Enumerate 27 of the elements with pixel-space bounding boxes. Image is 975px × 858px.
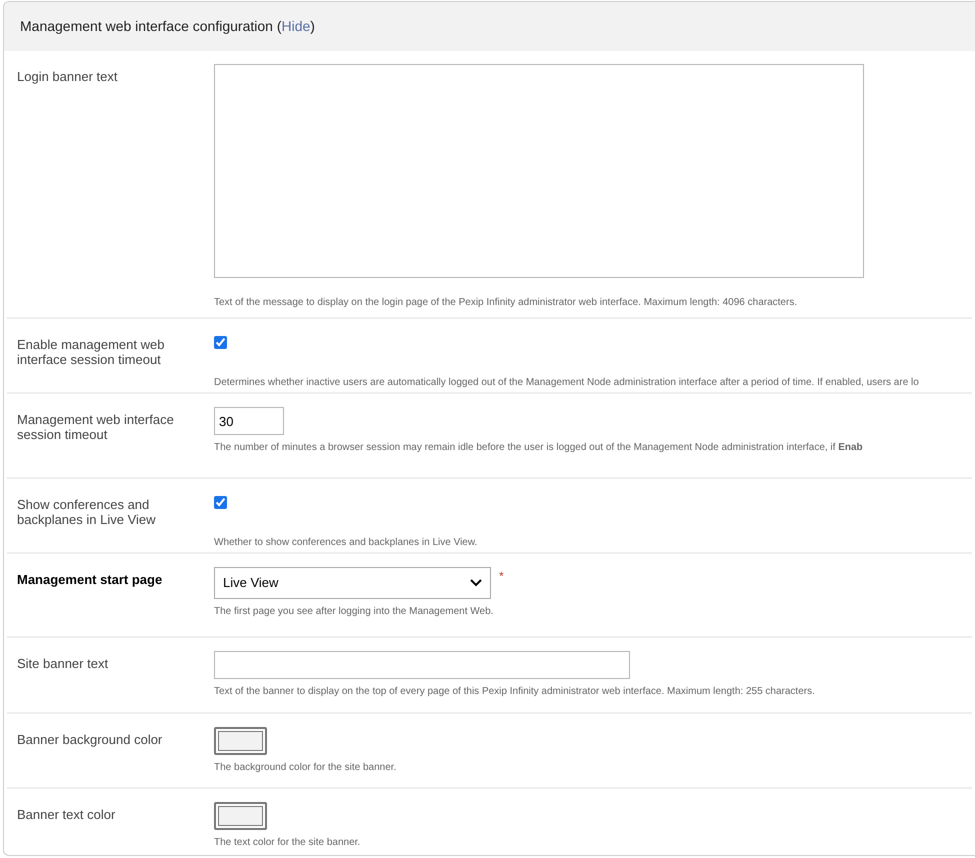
field-label: Enable management web interface session timeout (17, 337, 166, 367)
section-title: Management web interface configuration (Hide) (20, 17, 315, 36)
field-label: Banner background color (17, 732, 164, 747)
field-label: Show conferences and backplanes in Live View (17, 497, 157, 527)
field-label: Site banner text (17, 656, 110, 671)
timeout-input[interactable]: 30 (214, 407, 284, 435)
hide-link[interactable]: Hide (281, 18, 310, 34)
chevron-down-icon (470, 579, 482, 587)
help-text: The background color for the site banner. (214, 761, 396, 775)
color-swatch[interactable] (214, 802, 267, 830)
field-label: Banner text color (17, 807, 116, 822)
help-text: Text of the banner to display on the top of every page of this Pexip Infinity administrator web interface. Maximum length: 255 characters. (214, 685, 815, 699)
field-label: Management start page (17, 572, 164, 587)
help-text: Whether to show conferences and backplanes in Live View. (214, 536, 478, 550)
help-text: The first page you see after logging into the Management Web. (214, 605, 494, 619)
help-text: Determines whether inactive users are automatically logged out of the Management Node administration interface after a period of time. If enabled, users are lo (214, 376, 919, 390)
start-page-dropdown[interactable]: Live View (214, 567, 491, 599)
help-text: Text of the message to display on the login page of the Pexip Infinity administrator web interface. Maximum length: 4096 characters. (214, 296, 798, 310)
help-text: The text color for the site banner. (214, 836, 360, 850)
required-asterisk: * (499, 568, 504, 585)
checkbox[interactable] (214, 496, 227, 509)
color-swatch[interactable] (214, 727, 267, 755)
help-text: The number of minutes a browser session may remain idle before the user is logged out of the Management Node administration interface, if Enab (214, 441, 863, 455)
field-label: Management web interface session timeout (17, 412, 175, 442)
site-banner-input[interactable] (214, 651, 630, 679)
field-label: Login banner text (17, 69, 118, 84)
checkbox[interactable] (214, 336, 227, 349)
